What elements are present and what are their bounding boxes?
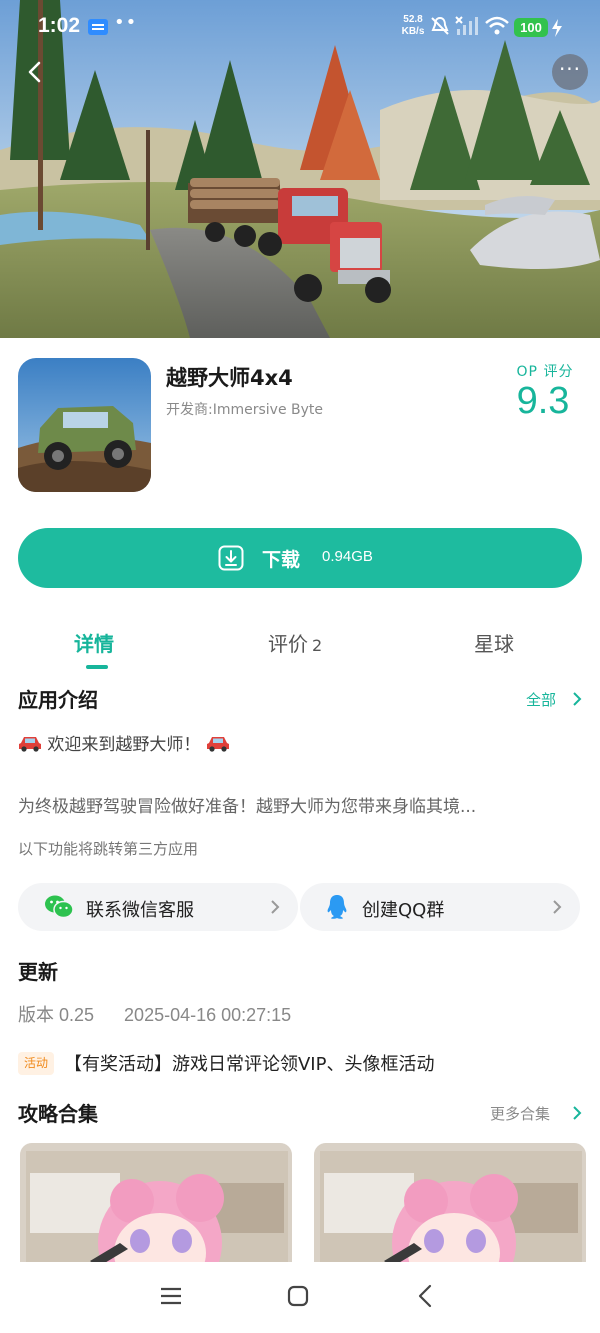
tab-reviews-label: 评价 <box>268 632 308 656</box>
chevron-right-icon <box>271 900 280 914</box>
menu-icon[interactable] <box>159 1284 183 1308</box>
chevron-right-icon <box>553 900 562 914</box>
guide-card[interactable] <box>314 1143 586 1273</box>
score-value: 9.3 <box>516 380 570 422</box>
event-badge: 活动 <box>18 1052 54 1075</box>
update-date: 2025-04-16 00:27:15 <box>124 1005 292 1025</box>
intro-description: 为终极越野驾驶冒险做好准备！越野大师为您带来身临其境... <box>18 797 477 817</box>
guides-more-label: 更多合集 <box>490 1105 551 1123</box>
guides-title: 攻略合集 <box>18 1102 98 1126</box>
signal-icon <box>455 16 478 35</box>
guide-thumbnail <box>20 1143 292 1273</box>
intro-welcome-text: 欢迎来到越野大师！ <box>47 735 201 755</box>
back-icon[interactable] <box>22 58 50 86</box>
third-party-note: 以下功能将跳转第三方应用 <box>18 840 199 858</box>
app-name: 越野大师4x4 <box>166 366 293 390</box>
tab-details[interactable]: 详情 <box>74 628 114 657</box>
guide-thumbnail <box>314 1143 586 1273</box>
create-qq-group-button[interactable]: 创建QQ群 <box>300 883 580 931</box>
guides-more-link[interactable]: 更多合集 <box>490 1103 550 1124</box>
score-label: OP 评分 <box>516 364 574 380</box>
create-qq-group-label: 创建QQ群 <box>362 900 445 921</box>
app-icon-image <box>18 358 151 492</box>
sim-card-icon <box>88 19 108 35</box>
wechat-icon <box>45 895 74 919</box>
nav-back-icon[interactable] <box>416 1284 436 1308</box>
home-icon[interactable] <box>286 1284 310 1308</box>
wechat-service-button[interactable]: 联系微信客服 <box>18 883 298 931</box>
more-icon[interactable]: ··· <box>552 54 588 90</box>
guide-card[interactable] <box>20 1143 292 1273</box>
intro-welcome: 欢迎来到越野大师！ <box>18 730 230 755</box>
download-size: 0.94GB <box>322 548 373 565</box>
download-icon <box>218 545 244 571</box>
notification-dots: •• <box>114 12 138 33</box>
chevron-right-icon <box>573 1106 582 1120</box>
net-speed-value: 52.8 <box>403 14 423 25</box>
charging-icon <box>552 19 562 37</box>
event-link[interactable]: 【有奖活动】游戏日常评论领VIP、头像框活动 <box>64 1050 434 1076</box>
tab-active-indicator <box>86 665 108 669</box>
wechat-service-label: 联系微信客服 <box>86 900 194 921</box>
net-speed-unit: KB/s <box>401 26 425 37</box>
update-version: 版本 0.25 <box>18 1005 95 1025</box>
tab-details-label: 详情 <box>74 632 114 656</box>
app-icon <box>18 358 151 492</box>
car-emoji-icon <box>19 737 41 752</box>
qq-icon <box>327 895 347 919</box>
download-button[interactable]: 下载 0.94GB <box>18 528 582 588</box>
intro-title: 应用介绍 <box>18 688 98 712</box>
update-title: 更新 <box>18 960 58 984</box>
hero-banner: 1:02 •• 52.8 KB/s 100 ··· <box>0 0 600 338</box>
car-emoji-icon <box>206 737 229 752</box>
intro-more-label: 全部 <box>526 691 557 709</box>
wifi-icon <box>485 16 509 35</box>
tab-reviews-count: 2 <box>312 636 323 655</box>
battery-level: 100 <box>514 18 548 37</box>
system-nav-bar <box>0 1262 600 1333</box>
status-bar: 1:02 •• 52.8 KB/s 100 <box>0 0 600 56</box>
tab-planet-label: 星球 <box>474 632 514 656</box>
developer-name: 开发商:Immersive Byte <box>166 402 324 418</box>
status-time: 1:02 <box>38 14 81 37</box>
update-meta: 版本 0.25 2025-04-16 00:27:15 <box>18 1001 291 1027</box>
intro-more-link[interactable]: 全部 <box>526 689 556 710</box>
mute-bell-icon <box>431 16 449 35</box>
tab-planet[interactable]: 星球 <box>474 628 514 657</box>
chevron-right-icon <box>573 692 582 706</box>
net-speed: 52.8 KB/s <box>398 14 428 38</box>
download-label: 下载 <box>262 549 301 571</box>
tab-reviews[interactable]: 评价 2 <box>268 628 322 657</box>
